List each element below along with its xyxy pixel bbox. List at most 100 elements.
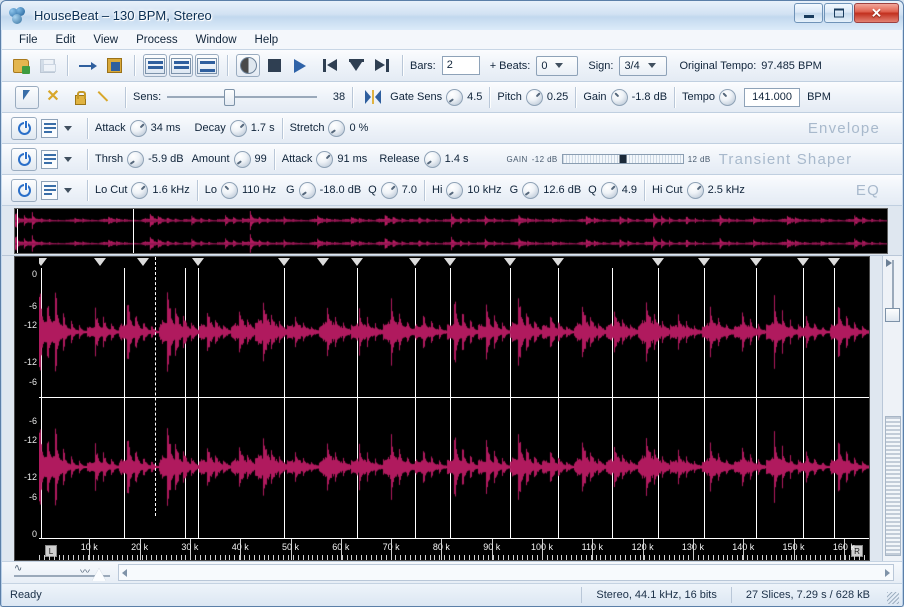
- slice-marker[interactable]: [191, 258, 204, 266]
- preview-toggle-button[interactable]: [236, 54, 260, 77]
- pencil-tool-button[interactable]: [93, 86, 117, 109]
- envelope-attack-knob[interactable]: [129, 119, 147, 137]
- pitch-knob[interactable]: [525, 88, 543, 106]
- transient-thrsh-knob[interactable]: [127, 150, 145, 168]
- slice-marker[interactable]: [408, 258, 421, 266]
- menu-item-window[interactable]: Window: [187, 32, 246, 48]
- slice-marker[interactable]: [750, 258, 763, 266]
- slice-marker[interactable]: [697, 258, 710, 266]
- loop-button[interactable]: [344, 54, 368, 77]
- sens-slider[interactable]: [167, 87, 318, 107]
- view-layout-2-button[interactable]: [169, 54, 193, 77]
- loop-start-handle[interactable]: L: [45, 545, 57, 557]
- gate-sens-knob[interactable]: [446, 88, 464, 106]
- export-button[interactable]: [76, 54, 100, 77]
- playhead-cursor[interactable]: [155, 257, 157, 516]
- selection-tool-button[interactable]: [15, 85, 39, 109]
- slice-marker[interactable]: [551, 258, 564, 266]
- resize-grip[interactable]: [887, 592, 899, 604]
- transient-release-knob[interactable]: [423, 150, 441, 168]
- transient-amount-knob[interactable]: [233, 150, 251, 168]
- view-layout-3-button[interactable]: [195, 54, 219, 77]
- eq-lo-gain-knob[interactable]: [298, 181, 316, 199]
- slice-marker[interactable]: [503, 258, 516, 266]
- minimize-button[interactable]: [794, 3, 823, 23]
- view-layout-1-button[interactable]: [143, 54, 167, 77]
- transient-power-button[interactable]: [11, 147, 37, 171]
- envelope-preset-button[interactable]: [41, 118, 58, 138]
- eq-preset-button[interactable]: [41, 180, 58, 200]
- waveform-display[interactable]: 0 -6 -12 -12 -6 -6 -12 -12 -6 0 L R 10 k 20 k 30 k4…: [14, 256, 870, 561]
- ruler-minor-tick: [48, 555, 50, 560]
- eq-hicut-knob[interactable]: [686, 181, 704, 199]
- scroll-right-arrow-icon[interactable]: [885, 569, 890, 577]
- eq-lo-knob[interactable]: [220, 181, 238, 199]
- menu-item-file[interactable]: File: [10, 32, 47, 48]
- menu-item-help[interactable]: Help: [246, 32, 288, 48]
- slice-marker[interactable]: [39, 258, 48, 266]
- beats-select[interactable]: 0: [536, 55, 579, 76]
- slice-marker[interactable]: [443, 258, 456, 266]
- slice-marker[interactable]: [350, 258, 363, 266]
- next-slice-button[interactable]: [370, 54, 394, 77]
- bars-input[interactable]: 2: [441, 56, 480, 75]
- open-button[interactable]: [9, 54, 33, 77]
- horizontal-scrollbar[interactable]: [118, 564, 894, 581]
- slice-marker-row[interactable]: [39, 257, 869, 268]
- waveform-canvas-area[interactable]: [39, 257, 869, 538]
- vertical-zoom-track[interactable]: [892, 260, 894, 308]
- save-button[interactable]: [35, 54, 59, 77]
- overview-waveform[interactable]: [14, 208, 888, 254]
- slice-marker[interactable]: [652, 258, 665, 266]
- sample-ruler[interactable]: L R 10 k 20 k 30 k 40 k 50 k 60 k 70 k 80 k 90 k…: [39, 538, 869, 560]
- gate-sens-icon-button[interactable]: [361, 86, 385, 109]
- slider-thumb[interactable]: [224, 89, 236, 106]
- menu-item-view[interactable]: View: [84, 32, 127, 48]
- tempo-knob[interactable]: [719, 88, 737, 106]
- eq-hi-gain-knob[interactable]: [522, 181, 540, 199]
- slice-marker[interactable]: [277, 258, 290, 266]
- slice-marker[interactable]: [316, 258, 329, 266]
- sign-select[interactable]: 3/4: [619, 55, 668, 76]
- save-as-button[interactable]: [102, 54, 126, 77]
- lock-slices-button[interactable]: [67, 86, 91, 109]
- horizontal-zoom-slider[interactable]: ∿ 〰: [12, 563, 114, 583]
- play-button[interactable]: [288, 54, 312, 77]
- zoom-thumb[interactable]: [92, 567, 106, 581]
- eq-hi-knob[interactable]: [446, 181, 464, 199]
- slice-marker[interactable]: [796, 258, 809, 266]
- slice-marker[interactable]: [828, 258, 841, 266]
- tempo-input[interactable]: 141.000: [744, 87, 801, 107]
- delete-slice-button[interactable]: ✕: [41, 86, 65, 109]
- menu-item-edit[interactable]: Edit: [47, 32, 85, 48]
- bars-label: Bars:: [410, 59, 436, 72]
- eq-preset-chevron-down-icon[interactable]: [64, 187, 72, 193]
- overview-strip[interactable]: [2, 206, 902, 256]
- menu-item-process[interactable]: Process: [127, 32, 187, 48]
- vertical-scrollbar-grip[interactable]: [885, 416, 901, 556]
- vertical-zoom-thumb[interactable]: [885, 308, 900, 322]
- envelope-preset-chevron-down-icon[interactable]: [64, 125, 72, 131]
- envelope-stretch-knob[interactable]: [328, 119, 346, 137]
- previous-slice-button[interactable]: [318, 54, 342, 77]
- ruler-minor-tick: [53, 555, 55, 560]
- slice-marker[interactable]: [93, 258, 106, 266]
- maximize-button[interactable]: [824, 3, 853, 23]
- envelope-power-button[interactable]: [11, 116, 37, 140]
- close-button[interactable]: ✕: [854, 3, 899, 23]
- eq-lo-q-knob[interactable]: [380, 181, 398, 199]
- vertical-zoom-column[interactable]: [882, 256, 902, 561]
- stop-button[interactable]: [262, 54, 286, 77]
- eq-locut-knob[interactable]: [131, 181, 149, 199]
- scroll-left-arrow-icon[interactable]: [122, 569, 127, 577]
- envelope-decay-knob[interactable]: [229, 119, 247, 137]
- eq-power-button[interactable]: [11, 178, 37, 202]
- slice-marker[interactable]: [136, 258, 149, 266]
- transient-preset-chevron-down-icon[interactable]: [64, 156, 72, 162]
- overview-selection-start[interactable]: [16, 209, 18, 253]
- gain-knob[interactable]: [610, 88, 628, 106]
- overview-selection-end[interactable]: [132, 209, 134, 253]
- eq-hi-q-knob[interactable]: [600, 181, 618, 199]
- transient-attack-knob[interactable]: [316, 150, 334, 168]
- transient-preset-button[interactable]: [41, 149, 58, 169]
